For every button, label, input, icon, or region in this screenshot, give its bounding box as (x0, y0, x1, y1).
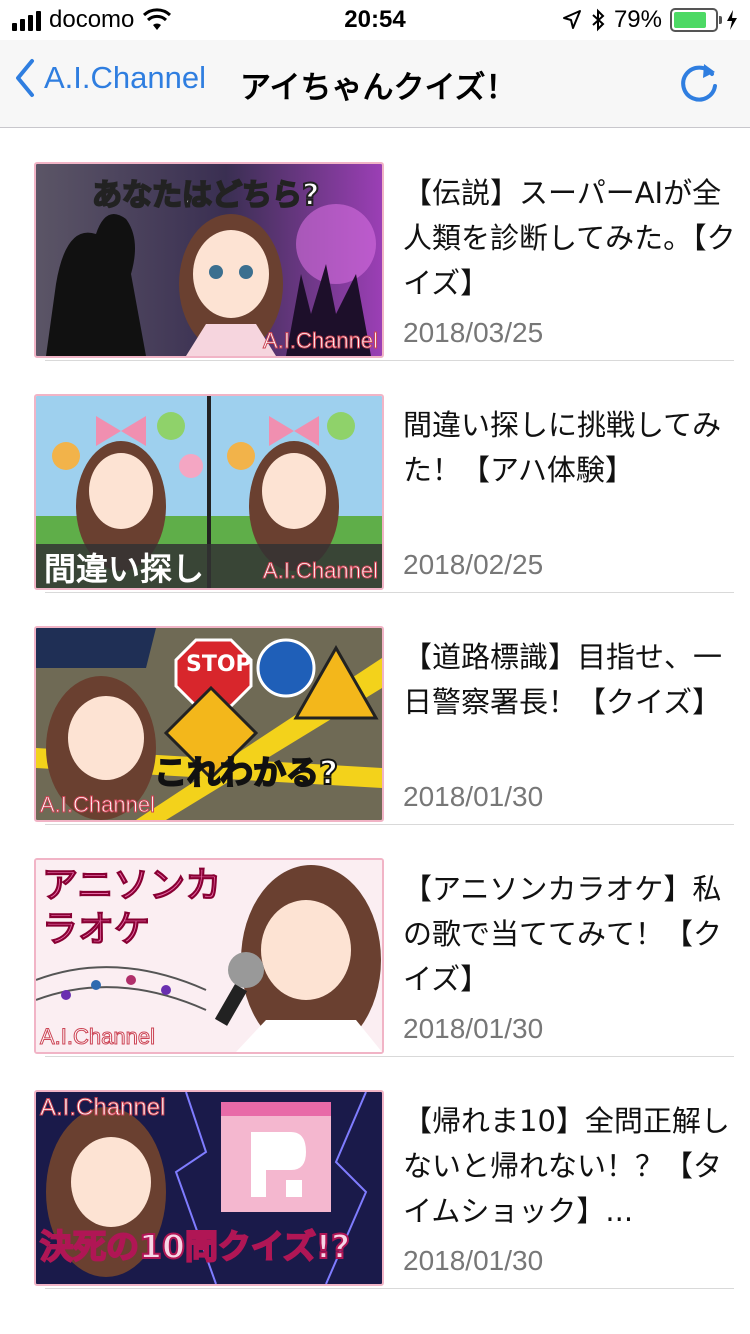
battery-icon (670, 8, 722, 32)
bluetooth-icon (592, 8, 605, 32)
video-date: 2018/01/30 (403, 1013, 544, 1044)
video-title: 【道路標識】目指せ、一日警察署長！【クイズ】 (403, 640, 723, 719)
thumbnail-watermark: A.I.Channel (263, 328, 379, 354)
thumbnail-watermark: A.I.Channel (39, 1094, 166, 1122)
video-thumbnail[interactable]: STOP これわかる? A.I.Channel (34, 626, 384, 822)
video-thumbnail[interactable]: あなたはどちら? A.I.Channel (34, 162, 384, 358)
video-row[interactable]: 間違い探し A.I.Channel 間違い探しに挑戦してみた！【アハ体験】 20… (0, 361, 750, 593)
charging-bolt-icon (727, 10, 737, 30)
video-title: 【伝説】スーパーAIが全人類を診断してみた。【クイズ】 (403, 176, 736, 300)
navigation-bar: A.I.Channel アイちゃんクイズ！ (0, 40, 750, 128)
video-title: 【アニソンカラオケ】私の歌で当ててみて！【クイズ】 (403, 872, 723, 996)
page-title: アイちゃんクイズ！ (240, 70, 517, 106)
video-thumbnail[interactable]: A.I.Channel 決死の10問クイズ!? (34, 1090, 384, 1286)
video-title: 間違い探しに挑戦してみた！【アハ体験】 (403, 408, 722, 487)
video-date: 2018/01/30 (403, 781, 544, 812)
video-date: 2018/01/30 (403, 1245, 544, 1276)
refresh-icon[interactable] (676, 60, 722, 106)
back-button[interactable]: A.I.Channel (14, 58, 206, 98)
status-bar: docomo 20:54 79% (0, 0, 750, 40)
thumbnail-caption: あなたはどちら? (91, 177, 320, 214)
video-date: 2018/03/25 (403, 317, 544, 348)
thumbnail-watermark: A.I.Channel (40, 792, 156, 818)
back-label: A.I.Channel (44, 60, 206, 95)
video-row[interactable]: A.I.Channel 決死の10問クイズ!? 【帰れま10】全問正解しないと帰… (0, 1057, 750, 1289)
battery-percent: 79% (613, 6, 662, 33)
video-list: あなたはどちら? A.I.Channel 【伝説】スーパーAIが全人類を診断して… (0, 129, 750, 1289)
video-row[interactable]: アニソンカラオケ A.I.Channel 【アニソンカラオケ】私の歌で当ててみて… (0, 825, 750, 1057)
status-right: 79% (562, 6, 738, 34)
row-separator (45, 1288, 734, 1289)
thumbnail-watermark: A.I.Channel (40, 1024, 156, 1050)
video-title: 【帰れま10】全問正解しないと帰れない！？【タイムショック】... (403, 1104, 730, 1228)
video-row[interactable]: STOP これわかる? A.I.Channel 【道路標識】目指せ、一日警察署長… (0, 593, 750, 825)
video-date: 2018/02/25 (403, 549, 544, 580)
video-thumbnail[interactable]: 間違い探し A.I.Channel (34, 394, 384, 590)
thumbnail-caption: 決死の10問クイズ!? (39, 1226, 351, 1267)
thumbnail-watermark: A.I.Channel (263, 558, 379, 584)
chevron-left-icon (16, 59, 34, 97)
battery-level (674, 12, 706, 28)
thumbnail-caption: これわかる? (153, 752, 339, 793)
stop-sign: STOP (186, 652, 252, 677)
location-arrow-icon (562, 10, 581, 29)
video-row[interactable]: あなたはどちら? A.I.Channel 【伝説】スーパーAIが全人類を診断して… (0, 129, 750, 361)
thumbnail-caption: 間違い探し (44, 550, 205, 588)
video-thumbnail[interactable]: アニソンカラオケ A.I.Channel (34, 858, 384, 1054)
thumbnail-caption: アニソンカラオケ (42, 865, 222, 951)
